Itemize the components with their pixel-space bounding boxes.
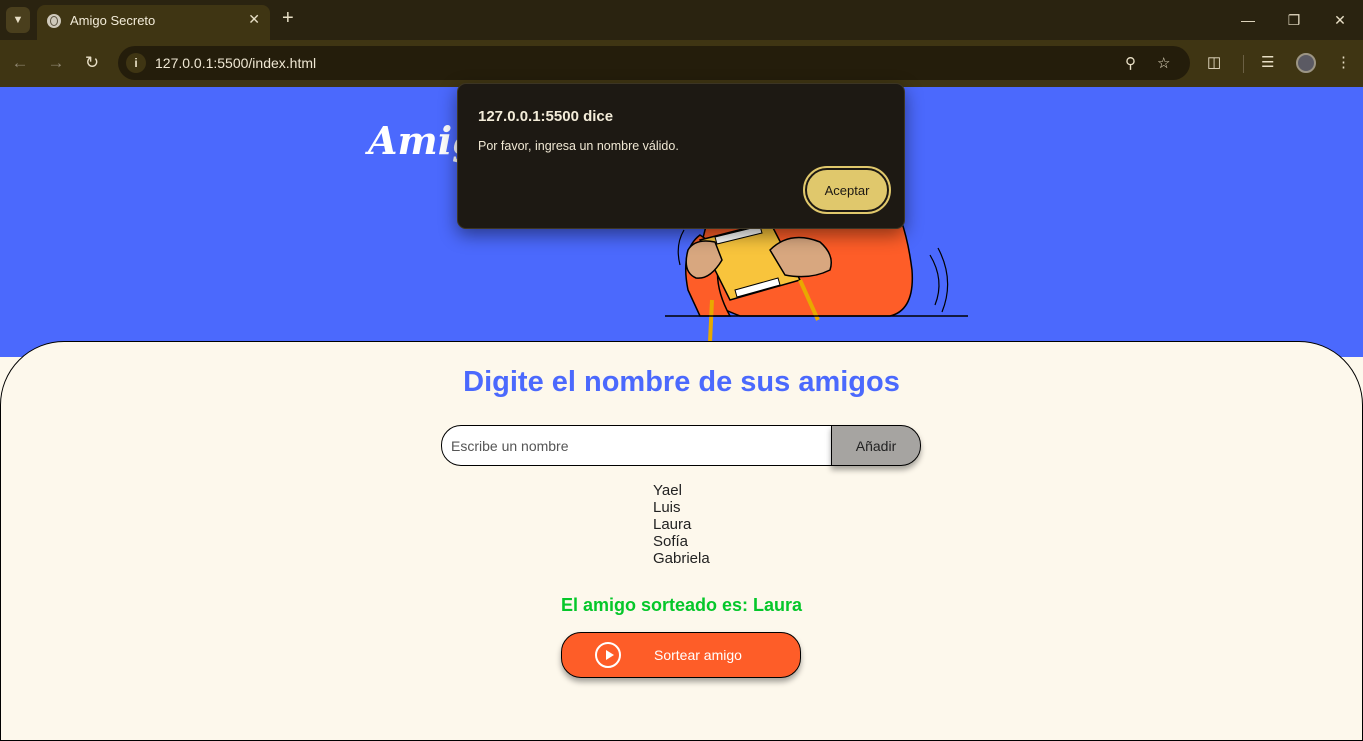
window-controls: — ❐ ✕ bbox=[1225, 0, 1363, 40]
browser-tab-bar: ▼ Amigo Secreto ✕ + — ❐ ✕ bbox=[0, 0, 1363, 40]
back-icon[interactable]: ← bbox=[9, 52, 31, 74]
url-text: 127.0.0.1:5500/index.html bbox=[155, 55, 317, 71]
list-item: Luis bbox=[653, 499, 681, 516]
list-item: Sofía bbox=[653, 533, 689, 550]
restore-icon[interactable]: ❐ bbox=[1271, 0, 1317, 40]
list-item: Gabriela bbox=[653, 550, 710, 567]
browser-toolbar: ← → ↻ i 127.0.0.1:5500/index.html ⚲ ☆ ◫ … bbox=[0, 40, 1363, 87]
friends-list: Yael Luis Laura Sofía Gabriela bbox=[653, 482, 710, 567]
extensions-icon[interactable]: ◫ bbox=[1207, 53, 1221, 71]
draw-result: El amigo sorteado es: Laura bbox=[560, 595, 803, 615]
tab-title: Amigo Secreto bbox=[70, 13, 156, 28]
alert-dialog: 127.0.0.1:5500 dice Por favor, ingresa u… bbox=[457, 83, 905, 229]
address-bar[interactable]: i 127.0.0.1:5500/index.html ⚲ ☆ bbox=[118, 46, 1190, 80]
name-input[interactable] bbox=[441, 425, 833, 466]
window-close-icon[interactable]: ✕ bbox=[1317, 0, 1363, 40]
new-tab-icon[interactable]: + bbox=[282, 8, 294, 28]
tab-search-chevron-icon[interactable]: ▼ bbox=[6, 7, 30, 33]
forward-icon[interactable]: → bbox=[45, 52, 67, 74]
minimize-icon[interactable]: — bbox=[1225, 0, 1271, 40]
bookmark-star-icon[interactable]: ☆ bbox=[1157, 54, 1170, 72]
tab-close-icon[interactable]: ✕ bbox=[248, 11, 260, 28]
section-title: Digite el nombre de sus amigos bbox=[463, 366, 900, 398]
draw-friend-button[interactable]: Sortear amigo bbox=[561, 632, 801, 678]
list-item: Yael bbox=[653, 482, 682, 499]
globe-icon bbox=[47, 14, 61, 28]
add-button[interactable]: Añadir bbox=[831, 425, 921, 466]
reload-icon[interactable]: ↻ bbox=[81, 52, 103, 74]
accept-button[interactable]: Aceptar bbox=[803, 166, 891, 214]
dialog-title: 127.0.0.1:5500 dice bbox=[478, 108, 614, 125]
draw-button-label: Sortear amigo bbox=[654, 647, 742, 663]
toolbar-divider bbox=[1243, 55, 1244, 73]
name-input-group: Añadir bbox=[441, 425, 921, 466]
zoom-icon[interactable]: ⚲ bbox=[1125, 54, 1136, 72]
play-circle-icon bbox=[595, 642, 621, 668]
site-info-icon[interactable]: i bbox=[126, 53, 146, 73]
list-item: Laura bbox=[653, 516, 692, 533]
menu-kebab-icon[interactable]: ⋮ bbox=[1336, 53, 1351, 71]
profile-avatar[interactable] bbox=[1296, 53, 1316, 73]
media-controls-icon[interactable]: ☰ bbox=[1261, 53, 1274, 71]
browser-tab[interactable]: Amigo Secreto ✕ bbox=[37, 5, 270, 40]
dialog-message: Por favor, ingresa un nombre válido. bbox=[478, 139, 679, 153]
